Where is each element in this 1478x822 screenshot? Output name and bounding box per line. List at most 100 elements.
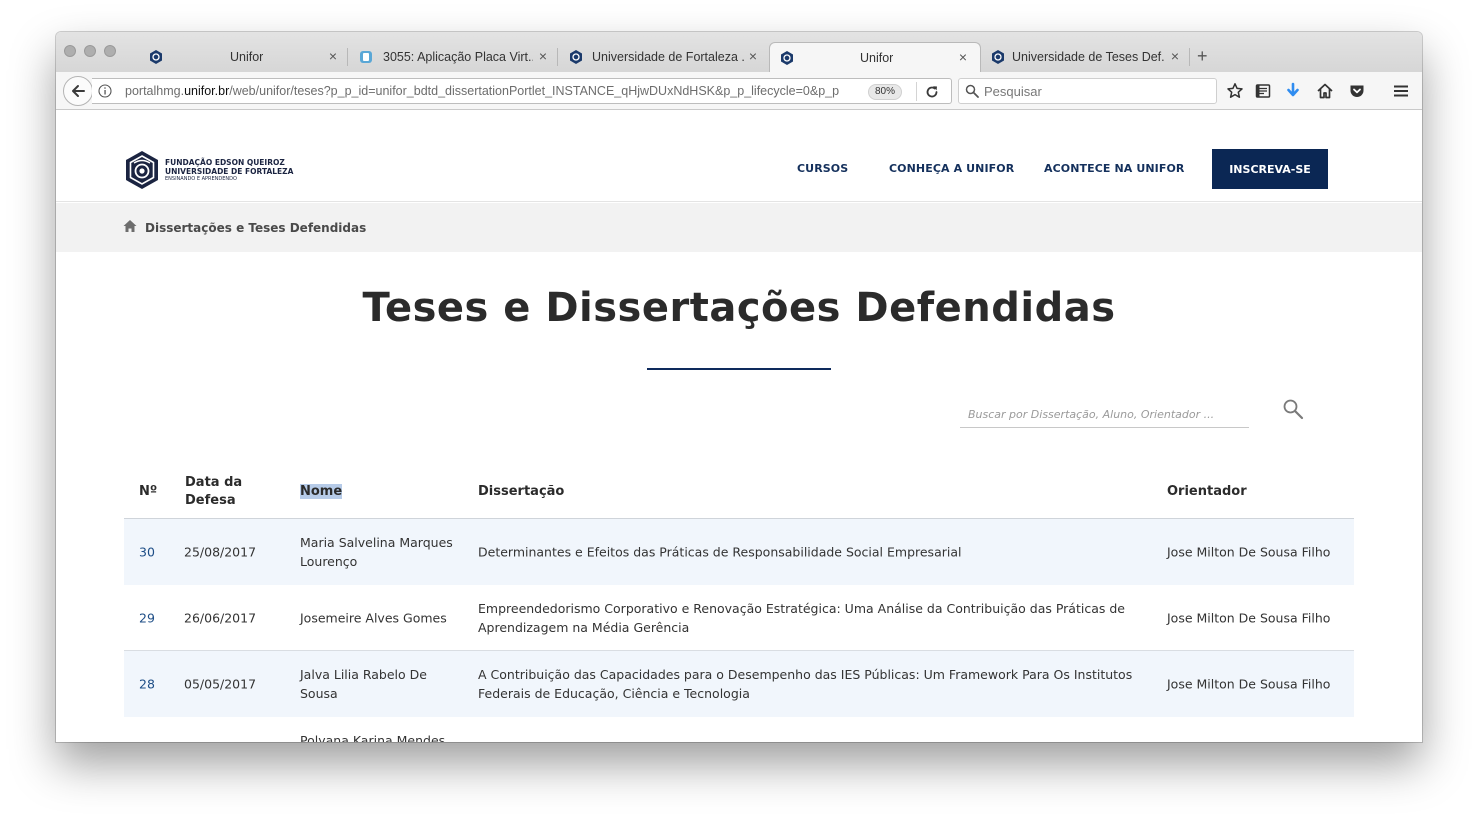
breadcrumb: Dissertações e Teses Defendidas	[56, 203, 1422, 252]
back-arrow-icon	[72, 85, 85, 97]
row-advisor: Jose Milton De Sousa Filho	[1167, 610, 1331, 625]
tab-strip: Unifor × 3055: Aplicação Placa Virt... ×…	[56, 32, 1422, 72]
reading-list-icon[interactable]	[1254, 82, 1272, 100]
col-header-advisor[interactable]: Orientador	[1167, 483, 1247, 501]
tab-title: Unifor	[860, 51, 894, 65]
unifor-favicon-icon	[150, 50, 162, 64]
table-row[interactable]: 28 05/05/2017 Jalva Lilia Rabelo De Sous…	[124, 651, 1354, 717]
unifor-emblem-icon	[126, 151, 158, 189]
web-page: FUNDAÇÃO EDSON QUEIROZ UNIVERSIDADE DE F…	[56, 111, 1422, 742]
table-header: Nº Data da Defesa Nome Dissertação Orien…	[124, 465, 1354, 519]
row-advisor: Jose Milton De Sousa Filho	[1167, 544, 1331, 560]
url-host-prefix: portalhmg.	[125, 84, 185, 98]
site-info-icon[interactable]	[98, 84, 112, 98]
bookmark-star-icon[interactable]	[1226, 82, 1244, 100]
row-student-name-line-1: Josemeire Alves Gomes	[300, 610, 447, 625]
nav-acontece-na-unifor[interactable]: ACONTECE NA UNIFOR	[1044, 162, 1185, 175]
nav-conheca-a-unifor[interactable]: CONHEÇA A UNIFOR	[889, 162, 1014, 175]
hamburger-menu-icon[interactable]	[1392, 82, 1410, 100]
table-row[interactable]: Polyana Karina Mendes	[124, 717, 1354, 742]
tab-title: 3055: Aplicação Placa Virt...	[383, 50, 533, 64]
back-button[interactable]	[63, 76, 93, 106]
row-student-name: Polyana Karina Mendes	[300, 733, 446, 742]
close-tab-icon[interactable]: ×	[536, 48, 550, 64]
search-icon	[965, 84, 979, 98]
pocket-icon[interactable]	[1348, 82, 1366, 100]
col-header-name[interactable]: Nome	[300, 483, 343, 501]
row-student-name: Josemeire Alves Gomes	[300, 608, 447, 627]
row-advisor: Jose Milton De Sousa Filho	[1167, 676, 1331, 692]
tab-separator	[347, 48, 348, 66]
row-number[interactable]: 29	[139, 608, 155, 627]
title-underline	[647, 368, 831, 370]
tab-1[interactable]: Unifor ×	[140, 42, 348, 72]
row-student-name: Maria Salvelina Marques Lourenço	[300, 533, 453, 571]
row-date: 25/08/2017	[184, 544, 257, 560]
unifor-favicon-icon	[781, 51, 793, 65]
table-row[interactable]: 30 25/08/2017 Maria Salvelina Marques Lo…	[124, 519, 1354, 585]
tab-title: Universidade de Fortaleza ...	[592, 50, 744, 64]
reload-icon[interactable]	[924, 84, 940, 100]
col-header-date-line-1: Data da	[185, 475, 243, 490]
row-dissertation-line-1: Empreendedorismo Corporativo e Renovação…	[478, 600, 1125, 616]
unifor-logo[interactable]: FUNDAÇÃO EDSON QUEIROZ UNIVERSIDADE DE F…	[124, 150, 293, 190]
row-date: 26/06/2017	[184, 610, 257, 625]
url-text[interactable]: portalhmg.unifor.br/web/unifor/teses?p_p…	[125, 84, 847, 98]
url-bar[interactable]: portalhmg.unifor.br/web/unifor/teses?p_p…	[92, 78, 952, 104]
inscreva-se-button[interactable]: INSCREVA-SE	[1212, 149, 1328, 189]
url-path: /web/unifor/teses?p_p_id=unifor_bdtd_dis…	[229, 84, 840, 98]
row-dissertation-line-1: A Contribuição das Capacidades para o De…	[478, 667, 1133, 682]
close-window-button[interactable]	[64, 45, 76, 57]
home-icon[interactable]	[1316, 82, 1334, 100]
row-dissertation-line-2: Federais de Educação, Ciência e Tecnolog…	[478, 686, 750, 701]
row-number[interactable]: 30	[139, 543, 155, 562]
row-student-name-line-2: Sousa	[300, 686, 338, 701]
unifor-favicon-icon	[570, 50, 582, 64]
logo-line-1: FUNDAÇÃO EDSON QUEIROZ	[165, 158, 285, 167]
row-student-name-line-2: Lourenço	[300, 554, 358, 569]
close-tab-icon[interactable]: ×	[326, 48, 340, 64]
navigation-toolbar: portalhmg.unifor.br/web/unifor/teses?p_p…	[56, 72, 1422, 110]
col-header-dissertation[interactable]: Dissertação	[478, 483, 564, 501]
browser-search-bar[interactable]	[958, 78, 1217, 104]
row-dissertation-title: A Contribuição das Capacidades para o De…	[478, 665, 1132, 703]
zoom-window-button[interactable]	[104, 45, 116, 57]
tab-2[interactable]: 3055: Aplicação Placa Virt... ×	[350, 42, 558, 72]
close-tab-icon[interactable]: ×	[956, 49, 970, 65]
col-header-date[interactable]: Data da Defesa	[185, 474, 242, 510]
row-dissertation-title: Determinantes e Efeitos das Práticas de …	[478, 543, 961, 562]
tab-separator	[1189, 48, 1190, 66]
download-arrow-icon[interactable]	[1284, 82, 1302, 100]
tab-separator	[557, 48, 558, 66]
row-student-name-line-1: Jalva Lilia Rabelo De	[300, 667, 427, 682]
tab-4-active[interactable]: Unifor ×	[769, 42, 981, 72]
breadcrumb-home-icon[interactable]	[123, 219, 137, 233]
table-row[interactable]: 29 26/06/2017 Josemeire Alves Gomes Empr…	[124, 585, 1354, 651]
tab-title: Unifor	[230, 50, 264, 64]
tab-3[interactable]: Universidade de Fortaleza ... ×	[560, 42, 768, 72]
row-date: 05/05/2017	[184, 676, 257, 692]
thesis-search-input[interactable]	[968, 405, 1243, 423]
tab-title: Universidade de Teses Def...	[1012, 50, 1164, 64]
zoom-level-badge[interactable]: 80%	[868, 84, 903, 100]
row-dissertation-title: Empreendedorismo Corporativo e Renovação…	[478, 599, 1125, 637]
minimize-window-button[interactable]	[84, 45, 96, 57]
col-header-number[interactable]: Nº	[139, 483, 157, 501]
col-header-date-line-2: Defesa	[185, 493, 236, 508]
site-header: FUNDAÇÃO EDSON QUEIROZ UNIVERSIDADE DE F…	[56, 111, 1422, 202]
row-number[interactable]: 28	[139, 675, 155, 694]
logo-line-3: ENSINANDO E APRENDENDO	[165, 176, 237, 182]
thesis-search-field[interactable]	[960, 401, 1249, 428]
app-favicon-icon	[360, 51, 372, 63]
new-tab-button[interactable]: +	[1197, 46, 1208, 66]
browser-search-input[interactable]	[984, 82, 1209, 100]
col-header-name-label: Nome	[300, 484, 343, 499]
tab-5[interactable]: Universidade de Teses Def... ×	[982, 42, 1190, 72]
close-tab-icon[interactable]: ×	[1168, 48, 1182, 64]
logo-line-2: UNIVERSIDADE DE FORTALEZA	[165, 167, 294, 176]
row-dissertation-line-1: Determinantes e Efeitos das Práticas de …	[478, 544, 962, 560]
nav-cursos[interactable]: CURSOS	[797, 162, 848, 175]
thesis-search-icon[interactable]	[1282, 398, 1304, 420]
close-tab-icon[interactable]: ×	[746, 48, 760, 64]
url-host-domain: unifor.br	[184, 84, 230, 98]
